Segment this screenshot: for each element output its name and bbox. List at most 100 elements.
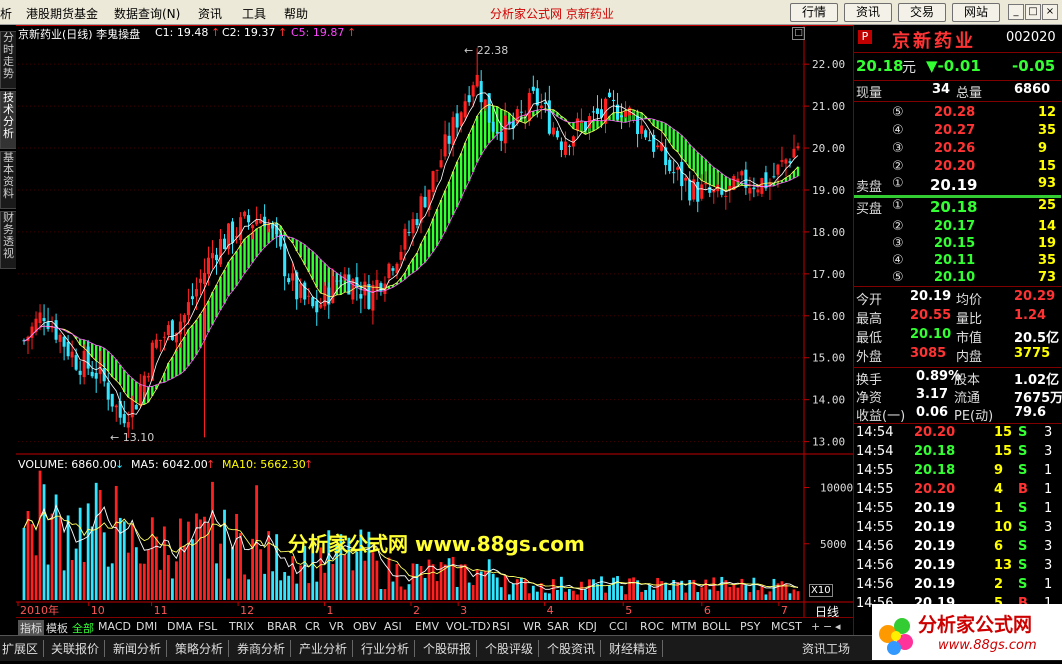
volume-bar [459, 564, 463, 600]
candle-body [676, 167, 680, 170]
indicator-tab-sar[interactable]: SAR [545, 620, 572, 633]
volume-tick-label: 10000 [820, 482, 853, 495]
ask-price[interactable]: 20.27 [934, 123, 975, 138]
trade-tick-row: 14:54 20.18 15 S 3 [854, 444, 1059, 464]
indicator-tab-fsl[interactable]: FSL [196, 620, 220, 633]
indicator-tab-指标[interactable]: 指标 [18, 620, 44, 636]
buy1-price: 20.18 [930, 198, 978, 216]
ask-price[interactable]: 20.20 [934, 159, 975, 174]
tab-technical-analysis[interactable]: 技术分析 [0, 91, 17, 149]
maximize-icon[interactable]: □ [1025, 4, 1041, 20]
candle-body [447, 135, 451, 144]
scroll-left-icon[interactable]: ◂ [835, 620, 841, 633]
tab-basic-info[interactable]: 基本资料 [0, 151, 17, 209]
minimize-icon[interactable]: _ [1008, 4, 1024, 20]
indicator-tab-obv[interactable]: OBV [351, 620, 379, 633]
tick-time: 14:56 [856, 539, 894, 554]
indicator-tab-mcst[interactable]: MCST [769, 620, 804, 633]
website-button[interactable]: 网站 [952, 3, 1000, 22]
menu-item-hk-futures-funds[interactable]: 港股期货基金 [26, 5, 98, 22]
bottom-tab-8[interactable]: 个股评级 [485, 640, 540, 657]
indicator-tab-wr[interactable]: WR [521, 620, 544, 633]
indicator-tab-mtm[interactable]: MTM [669, 620, 699, 633]
badge-p: P [858, 30, 872, 44]
close-icon[interactable]: × [1042, 4, 1058, 20]
volume-bar [519, 577, 523, 600]
candle-body [114, 405, 118, 408]
candle-body [130, 399, 134, 418]
bottom-tab-9[interactable]: 个股资讯 [547, 640, 602, 657]
bottom-tab-7[interactable]: 个股研报 [423, 640, 478, 657]
indicator-tab-dmi[interactable]: DMI [134, 620, 160, 633]
ask-level-icon: ④ [892, 123, 904, 138]
tab-intraday[interactable]: 分时走势 [0, 31, 17, 89]
candle-body [251, 225, 255, 229]
menu-item-tools[interactable]: 工具 [242, 5, 266, 22]
indicator-tab-psy[interactable]: PSY [738, 620, 763, 633]
chart-expand-icon[interactable]: □ [792, 27, 805, 40]
indicator-tab-vr[interactable]: VR [327, 620, 347, 633]
bottom-tab-2[interactable]: 新闻分析 [113, 640, 168, 657]
bottom-tab-3[interactable]: 策略分析 [175, 640, 230, 657]
indicator-tab-trix[interactable]: TRIX [227, 620, 257, 633]
bottom-tab-6[interactable]: 行业分析 [361, 640, 416, 657]
quote-button[interactable]: 行情 [790, 3, 838, 22]
fundamental-value: 1.02亿 [1014, 373, 1060, 388]
ask-price[interactable]: 20.28 [934, 105, 975, 120]
indicator-tab-brar[interactable]: BRAR [265, 620, 299, 633]
candle-body [555, 130, 559, 138]
indicator-tab-roc[interactable]: ROC [638, 620, 666, 633]
indicator-tab-rsi[interactable]: RSI [490, 620, 512, 633]
candle-body [696, 181, 700, 202]
bid-price[interactable]: 20.15 [934, 236, 975, 251]
trade-button[interactable]: 交易 [898, 3, 946, 22]
volume-bar [547, 593, 551, 600]
ask-price[interactable]: 20.26 [934, 141, 975, 156]
tick-count: 1 [1044, 463, 1053, 478]
indicator-tab-boll[interactable]: BOLL [700, 620, 733, 633]
indicator-tab-dma[interactable]: DMA [165, 620, 195, 633]
bottom-tab-0[interactable]: 扩展区 [2, 640, 45, 657]
volume-title: VOLUME: 6860.00 [18, 458, 117, 471]
fundamental-label: 净资 [856, 391, 883, 406]
menu-item-data-query[interactable]: 数据查询(N) [114, 5, 180, 22]
indicator-tab-kdj[interactable]: KDJ [576, 620, 599, 633]
bid-price[interactable]: 20.10 [934, 270, 975, 285]
bid-price[interactable]: 20.11 [934, 253, 975, 268]
zoom-in-icon[interactable]: + [811, 620, 820, 633]
indicator-tab-vol-tdx[interactable]: VOL-TDX [444, 620, 496, 633]
indicator-tab-emv[interactable]: EMV [413, 620, 441, 633]
indicator-tab-cci[interactable]: CCI [607, 620, 630, 633]
indicator-tab-cr[interactable]: CR [303, 620, 323, 633]
indicator-tab-macd[interactable]: MACD [96, 620, 133, 633]
bottom-tab-info-workshop[interactable]: 资讯工场 [802, 640, 850, 657]
bottom-tab-4[interactable]: 券商分析 [237, 640, 292, 657]
candle-body [311, 297, 315, 307]
tick-count: 3 [1044, 444, 1053, 459]
bid-price[interactable]: 20.17 [934, 219, 975, 234]
menu-bar: 析 港股期货基金 数据查询(N) 资讯 工具 帮助 分析家公式网 京新药业 行情… [0, 0, 1062, 25]
bottom-tab-1[interactable]: 关联报价 [51, 640, 106, 657]
candle-body [559, 141, 563, 150]
menu-item-news[interactable]: 资讯 [198, 5, 222, 22]
menu-item-help[interactable]: 帮助 [284, 5, 308, 22]
menu-item-analysis[interactable]: 析 [0, 5, 12, 22]
bottom-tab-10[interactable]: 财经精选 [609, 640, 664, 657]
candle-body [435, 169, 439, 171]
indicator-tab-全部[interactable]: 全部 [70, 620, 96, 636]
volume-bar [215, 563, 218, 600]
candle-body [367, 283, 371, 309]
logo-text: 分析家公式网 [918, 614, 1033, 636]
indicator-tab-asi[interactable]: ASI [382, 620, 404, 633]
candle-body [595, 108, 600, 114]
zoom-out-icon[interactable]: − [823, 620, 832, 633]
volume-bar [78, 507, 82, 600]
tab-financials[interactable]: 财务透视 [0, 211, 17, 269]
candle-body [70, 351, 74, 358]
bottom-tab-5[interactable]: 产业分析 [299, 640, 354, 657]
candle-body [90, 371, 94, 377]
volume-bar [126, 552, 130, 600]
candle-body [463, 101, 467, 118]
indicator-tab-模板[interactable]: 模板 [44, 620, 70, 636]
news-button[interactable]: 资讯 [844, 3, 892, 22]
